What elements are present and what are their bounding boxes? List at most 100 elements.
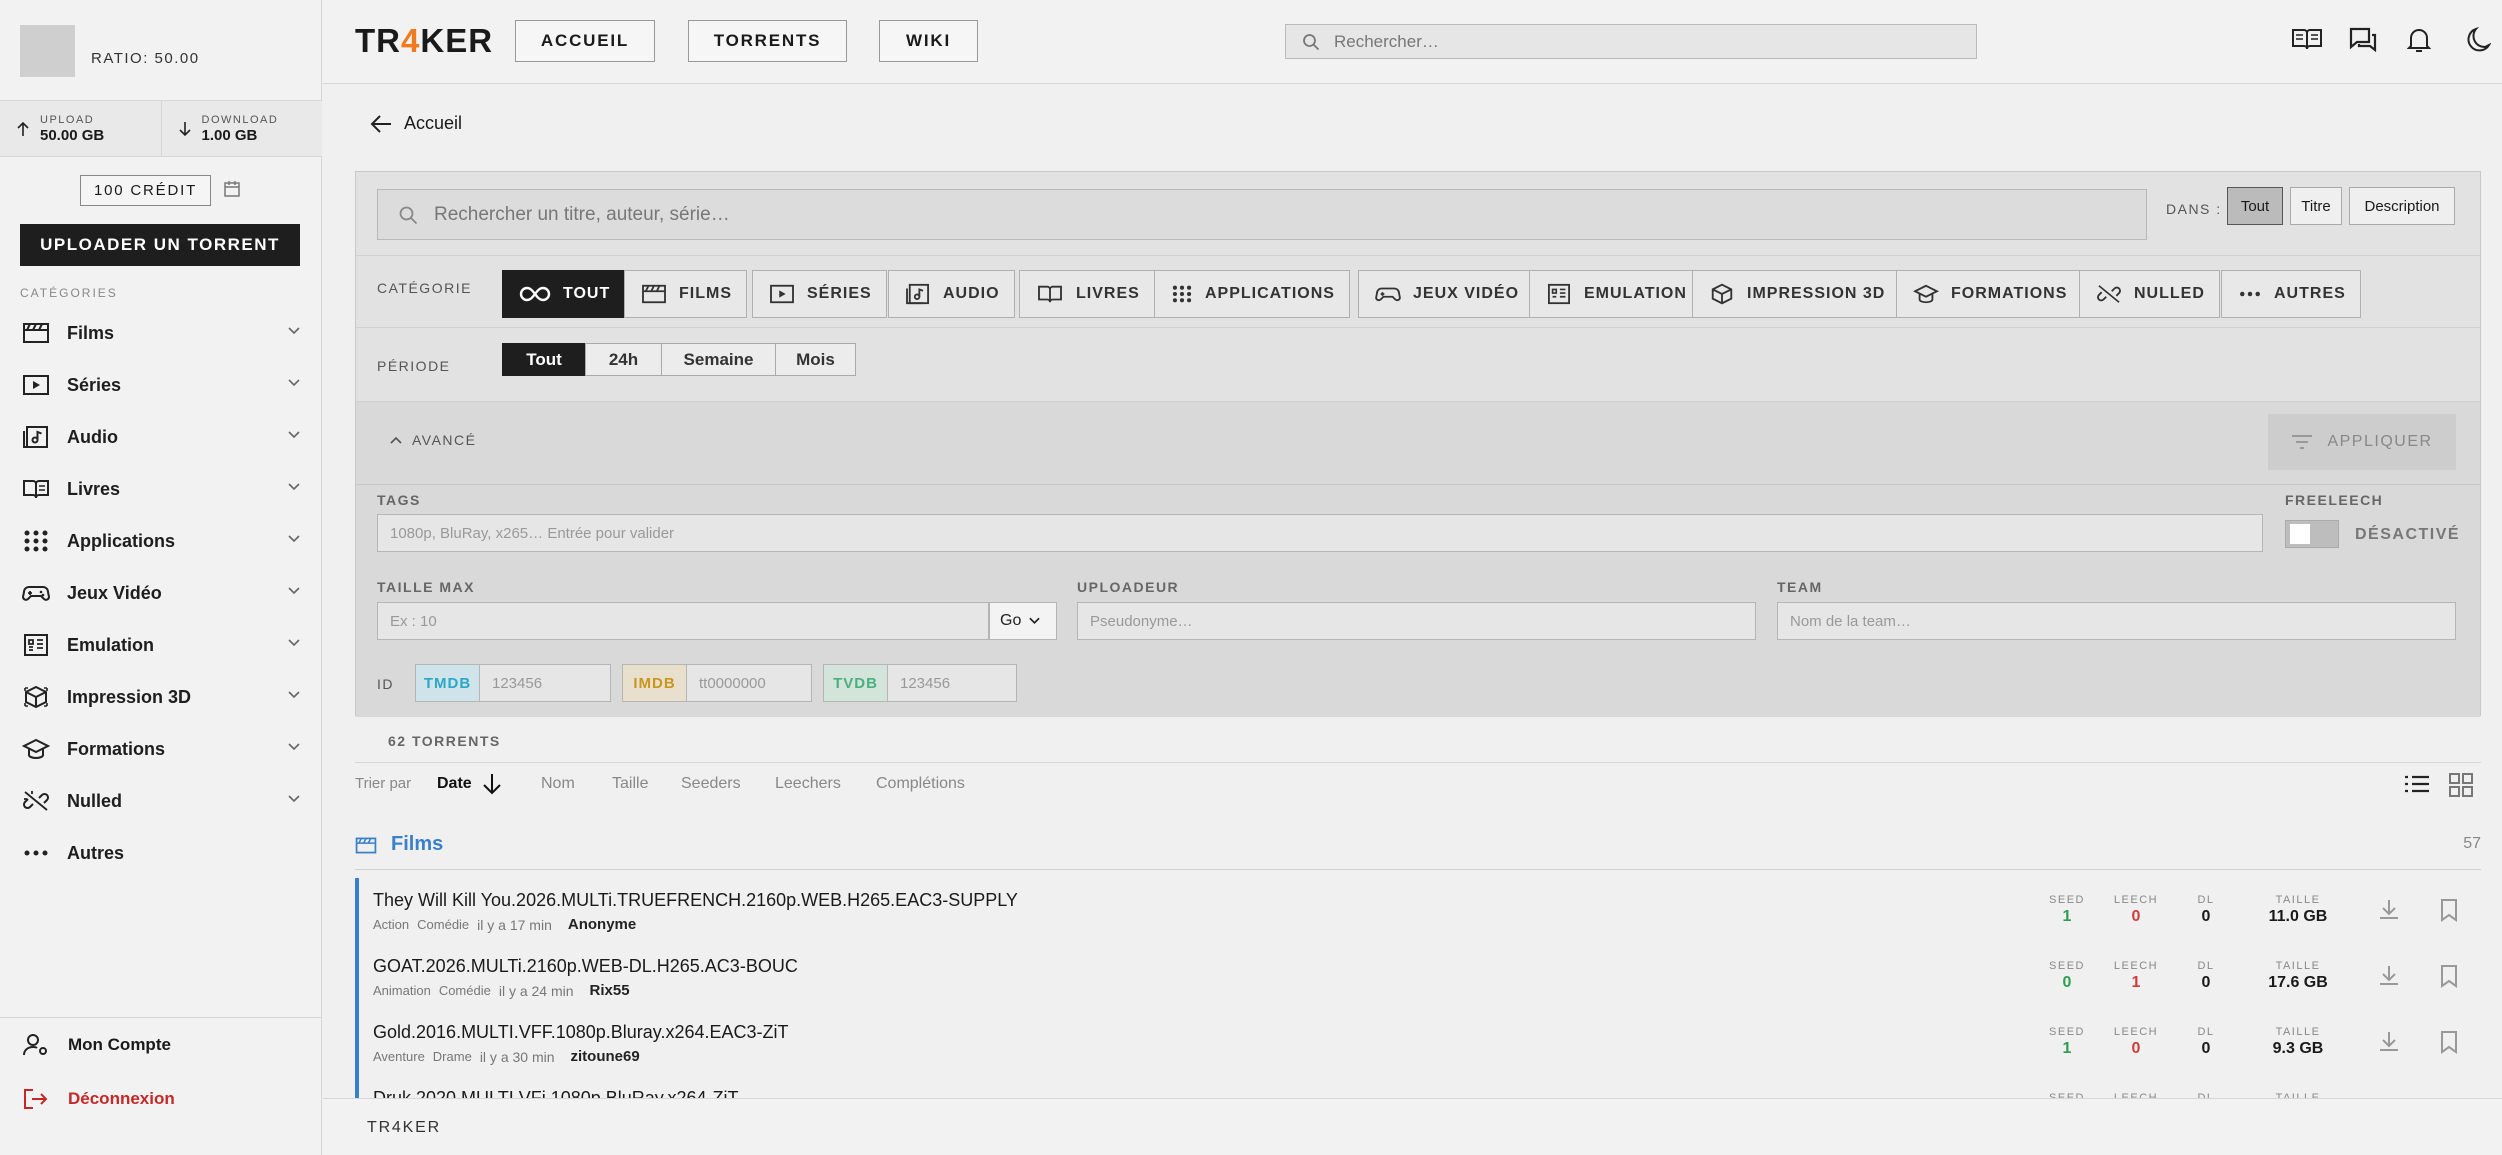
sidebar-item-nulled[interactable]: Nulled (0, 775, 322, 827)
period-24h-button[interactable]: 24h (585, 343, 662, 376)
period-semaine-button[interactable]: Semaine (661, 343, 776, 376)
download-icon[interactable] (2377, 1030, 2401, 1054)
play-icon (23, 375, 49, 395)
uploadeur-input[interactable]: Pseudonyme… (1077, 602, 1756, 640)
back-link[interactable]: Accueil (370, 113, 462, 134)
category-nulled-button[interactable]: NULLED (2079, 270, 2220, 318)
logout-link[interactable]: Déconnexion (0, 1072, 322, 1126)
genre-tag[interactable]: Drame (433, 1049, 472, 1064)
sidebar-item-autres[interactable]: Autres (0, 827, 322, 879)
sidebar-item-livres[interactable]: Livres (0, 463, 322, 515)
category-films-button[interactable]: FILMS (624, 270, 747, 318)
freeleech-toggle[interactable] (2285, 520, 2339, 548)
table-row[interactable]: Gold.2016.MULTI.VFF.1080p.Bluray.x264.EA… (355, 1010, 2481, 1076)
category-impression-3d-button[interactable]: IMPRESSION 3D (1692, 270, 1901, 318)
site-logo[interactable]: TR4KER (355, 22, 493, 60)
nav-torrents[interactable]: TORRENTS (688, 20, 847, 62)
table-row[interactable]: They Will Kill You.2026.MULTi.TRUEFRENCH… (355, 878, 2481, 944)
bell-icon[interactable] (2407, 26, 2431, 54)
bookmark-icon[interactable] (2439, 898, 2459, 922)
bookmark-icon[interactable] (2439, 964, 2459, 988)
uploader[interactable]: Rix55 (590, 982, 630, 999)
category-formations-button[interactable]: FORMATIONS (1896, 270, 2083, 318)
scope-tout-button[interactable]: Tout (2227, 187, 2283, 225)
sidebar-item-emulation[interactable]: Emulation (0, 619, 322, 671)
chat-icon[interactable] (2348, 26, 2378, 54)
genre-tag[interactable]: Action (373, 917, 409, 932)
apply-button[interactable]: APPLIQUER (2268, 414, 2456, 470)
list-view-icon[interactable] (2404, 773, 2430, 795)
taille-max-input[interactable]: Ex : 10 (377, 602, 989, 640)
torrent-name[interactable]: Gold.2016.MULTI.VFF.1080p.Bluray.x264.EA… (373, 1022, 789, 1043)
calendar-icon[interactable] (223, 180, 241, 198)
tags-label: TAGS (377, 492, 421, 508)
sidebar-item-series[interactable]: Séries (0, 359, 322, 411)
download-icon[interactable] (2377, 964, 2401, 988)
uploader[interactable]: Anonyme (568, 916, 636, 933)
period-tout-button[interactable]: Tout (502, 343, 586, 376)
uploader[interactable]: zitoune69 (571, 1048, 640, 1065)
table-row[interactable]: Druk.2020.MULTI.VFi.1080p.BluRay.x264-Zi… (355, 1076, 2481, 1098)
category-livres-button[interactable]: LIVRES (1019, 270, 1155, 318)
download-icon[interactable] (2377, 898, 2401, 922)
torrent-search-placeholder: Rechercher un titre, auteur, série… (434, 203, 730, 225)
search-row: Rechercher un titre, auteur, série… DANS… (356, 172, 2480, 256)
sidebar-item-jeux-video[interactable]: Jeux Vidéo (0, 567, 322, 619)
account-link[interactable]: Mon Compte (0, 1018, 322, 1072)
category-autres-button[interactable]: AUTRES (2221, 270, 2361, 318)
size-unit-select[interactable]: Go (989, 602, 1057, 640)
table-row[interactable]: GOAT.2026.MULTi.2160p.WEB-DL.H265.AC3-BO… (355, 944, 2481, 1010)
torrent-search-input[interactable]: Rechercher un titre, auteur, série… (377, 189, 2147, 240)
group-count: 57 (2463, 835, 2481, 852)
book-open-icon[interactable] (2291, 26, 2323, 52)
advanced-toggle[interactable]: AVANCÉ (390, 432, 477, 448)
download-stat: DOWNLOAD 1.00 GB (160, 101, 323, 156)
sidebar-item-label: Formations (67, 738, 166, 759)
category-series-button[interactable]: SÉRIES (752, 270, 887, 318)
tvdb-id-input[interactable]: TVDB 123456 (823, 664, 1017, 702)
sidebar-item-applications[interactable]: Applications (0, 515, 322, 567)
scope-titre-button[interactable]: Titre (2290, 187, 2342, 225)
seed-col: SEED 0 (2047, 960, 2087, 992)
imdb-id-input[interactable]: IMDB tt0000000 (622, 664, 812, 702)
sort-taille-button[interactable]: Taille (612, 775, 648, 793)
sort-date-button[interactable]: Date (437, 773, 502, 795)
sort-completions-button[interactable]: Complétions (876, 775, 965, 793)
more-icon (2240, 291, 2260, 297)
sort-nom-button[interactable]: Nom (541, 775, 575, 793)
period-mois-button[interactable]: Mois (775, 343, 856, 376)
nav-accueil[interactable]: ACCUEIL (515, 20, 655, 62)
category-tout-button[interactable]: TOUT (502, 270, 626, 318)
grid-view-icon[interactable] (2449, 773, 2473, 797)
sidebar-item-films[interactable]: Films (0, 307, 322, 359)
genre-tag[interactable]: Comédie (439, 983, 491, 998)
scope-description-button[interactable]: Description (2349, 187, 2455, 225)
bookmark-icon[interactable] (2439, 1030, 2459, 1054)
moon-icon[interactable] (2465, 26, 2491, 54)
genre-tag[interactable]: Aventure (373, 1049, 425, 1064)
category-emulation-button[interactable]: EMULATION (1529, 270, 1702, 318)
nav-wiki[interactable]: WIKI (879, 20, 978, 62)
upload-torrent-button[interactable]: UPLOADER UN TORRENT (20, 224, 300, 266)
team-input[interactable]: Nom de la team… (1777, 602, 2456, 640)
sidebar-item-formations[interactable]: Formations (0, 723, 322, 775)
freeleech-label: FREELEECH (2285, 492, 2384, 508)
torrent-name[interactable]: They Will Kill You.2026.MULTi.TRUEFRENCH… (373, 890, 1018, 911)
torrent-name[interactable]: GOAT.2026.MULTi.2160p.WEB-DL.H265.AC3-BO… (373, 956, 798, 977)
category-audio-button[interactable]: AUDIO (888, 270, 1015, 318)
credit-badge[interactable]: 100 CRÉDIT (80, 175, 212, 206)
chevron-down-icon (288, 379, 300, 387)
category-jeux-video-button[interactable]: JEUX VIDÉO (1358, 270, 1535, 318)
sidebar-item-impression-3d[interactable]: Impression 3D (0, 671, 322, 723)
category-applications-button[interactable]: APPLICATIONS (1154, 270, 1350, 318)
global-search-input[interactable]: Rechercher… (1285, 24, 1977, 59)
sidebar-item-audio[interactable]: Audio (0, 411, 322, 463)
tags-input[interactable]: 1080p, BluRay, x265… Entrée pour valider (377, 514, 2263, 552)
genre-tag[interactable]: Animation (373, 983, 431, 998)
torrent-name[interactable]: Druk.2020.MULTI.VFi.1080p.BluRay.x264-Zi… (373, 1088, 738, 1098)
tmdb-id-input[interactable]: TMDB 123456 (415, 664, 611, 702)
sort-seeders-button[interactable]: Seeders (681, 775, 741, 793)
sort-leechers-button[interactable]: Leechers (775, 775, 841, 793)
avatar[interactable] (20, 25, 75, 77)
genre-tag[interactable]: Comédie (417, 917, 469, 932)
